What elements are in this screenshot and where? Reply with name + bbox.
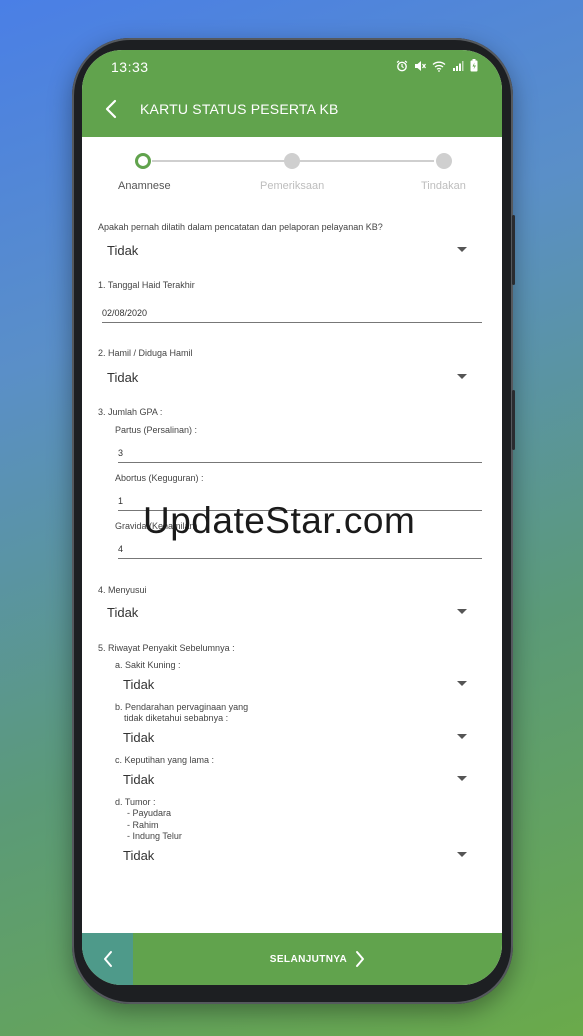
stepper-line — [152, 160, 286, 162]
gravida-value: 4 — [118, 544, 124, 554]
tumor-select-value: Tidak — [123, 848, 155, 863]
pregnant-select-value: Tidak — [107, 370, 139, 385]
partus-field[interactable]: 3 — [118, 448, 482, 463]
next-button-label: SELANJUTNYA — [269, 953, 348, 965]
next-button[interactable]: SELANJUTNYA — [133, 933, 502, 985]
bleeding-label-cont: tidak diketahui sebabnya : — [124, 713, 229, 723]
jaundice-select-value: Tidak — [123, 677, 155, 692]
phone-volume-button — [512, 215, 515, 285]
dropdown-caret-icon — [457, 374, 467, 379]
step-dot-anamnese[interactable] — [135, 153, 151, 169]
page-title: KARTU STATUS PESERTA KB — [140, 101, 339, 117]
stepper-line — [300, 160, 434, 162]
tumor-item: - Payudara — [127, 808, 172, 818]
alarm-icon — [396, 60, 408, 71]
jaundice-label: a. Sakit Kuning : — [115, 660, 181, 670]
dropdown-caret-icon — [457, 681, 467, 686]
dropdown-caret-icon — [457, 776, 467, 781]
signal-icon — [453, 60, 464, 71]
partus-label: Partus (Persalinan) : — [115, 425, 198, 435]
training-question-label: Apakah pernah dilatih dalam pencatatan d… — [98, 222, 383, 232]
wifi-icon — [432, 61, 446, 72]
training-select-value: Tidak — [107, 243, 139, 258]
abortus-value: 1 — [118, 496, 124, 506]
last-period-field[interactable]: 02/08/2020 — [102, 308, 482, 323]
tumor-item: - Indung Telur — [127, 831, 182, 841]
step-dot-pemeriksaan[interactable] — [284, 153, 300, 169]
bleeding-select-value: Tidak — [123, 730, 155, 745]
tumor-label: d. Tumor : — [115, 797, 156, 807]
breastfeeding-label: 4. Menyusui — [98, 585, 147, 595]
last-period-value: 02/08/2020 — [102, 308, 148, 318]
dropdown-caret-icon — [457, 247, 467, 252]
watermark: UpdateStar.com — [143, 500, 416, 541]
step-label-pemeriksaan: Pemeriksaan — [260, 180, 325, 192]
bleeding-label: b. Pendarahan pervaginaan yang — [115, 702, 249, 712]
status-time: 13:33 — [111, 59, 149, 75]
phone-power-button — [512, 390, 515, 450]
pregnant-label: 2. Hamil / Diduga Hamil — [98, 348, 193, 358]
app-header: 13:33 KARTU STATUS PESERTA KB — [82, 50, 502, 137]
abortus-label: Abortus (Keguguran) : — [115, 473, 204, 483]
dropdown-caret-icon — [457, 852, 467, 857]
last-period-label: 1. Tanggal Haid Terakhir — [98, 280, 195, 290]
status-icons — [396, 59, 478, 72]
dropdown-caret-icon — [457, 609, 467, 614]
step-dot-tindakan[interactable] — [436, 153, 452, 169]
discharge-select-value: Tidak — [123, 772, 155, 787]
gravida-field[interactable]: 4 — [118, 544, 482, 559]
progress-stepper: Anamnese Pemeriksaan Tindakan — [82, 137, 502, 197]
previous-button[interactable] — [82, 933, 133, 985]
dropdown-caret-icon — [457, 734, 467, 739]
medical-history-label: 5. Riwayat Penyakit Sebelumnya : — [98, 643, 235, 653]
chevron-left-icon — [103, 951, 112, 967]
gpa-label: 3. Jumlah GPA : — [98, 407, 163, 417]
back-arrow-icon[interactable] — [104, 99, 118, 119]
chevron-right-icon — [356, 951, 365, 967]
battery-icon — [470, 59, 478, 72]
partus-value: 3 — [118, 448, 124, 458]
breastfeeding-select-value: Tidak — [107, 605, 139, 620]
tumor-item: - Rahim — [127, 820, 159, 830]
bottom-nav-bar: SELANJUTNYA — [82, 933, 502, 985]
discharge-label: c. Keputihan yang lama : — [115, 755, 215, 765]
step-label-tindakan: Tindakan — [421, 180, 466, 192]
mute-icon — [415, 60, 426, 71]
step-label-anamnese: Anamnese — [118, 180, 171, 192]
